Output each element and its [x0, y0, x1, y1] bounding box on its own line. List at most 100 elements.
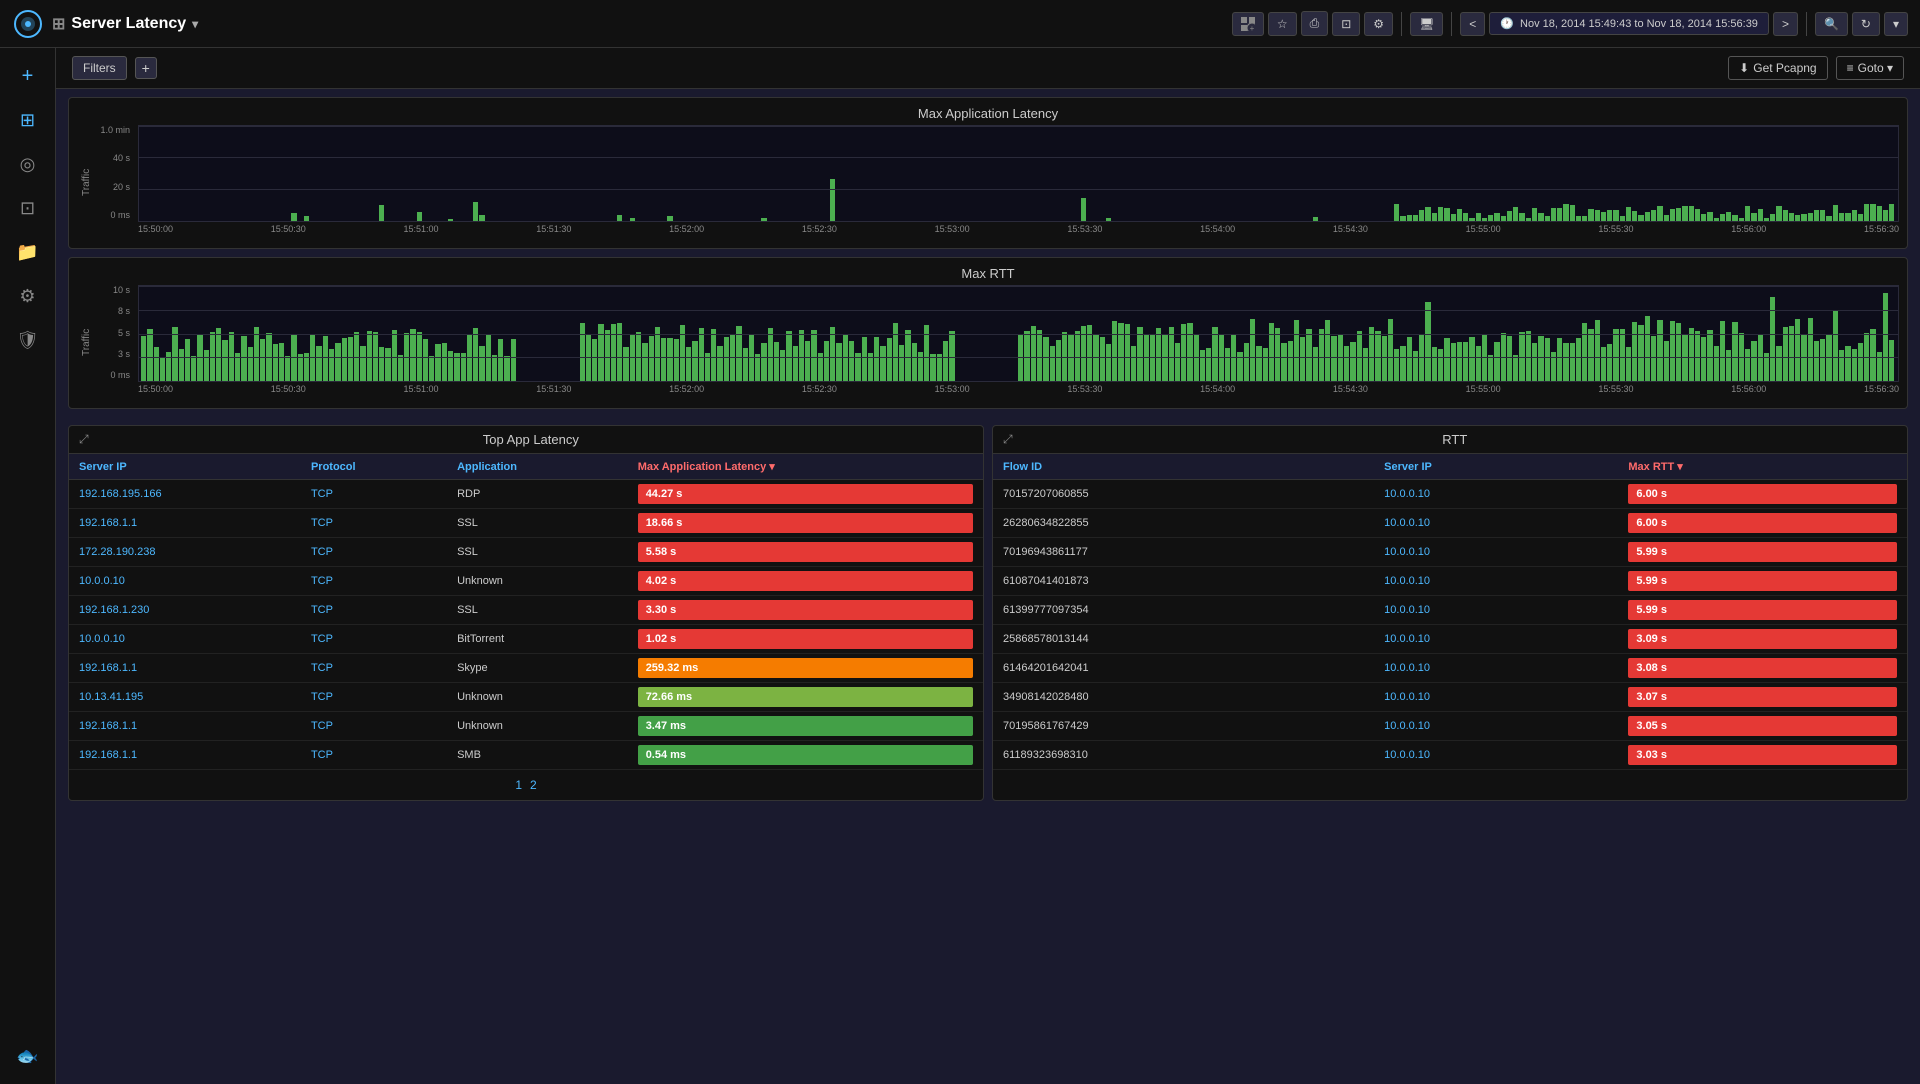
table-row: 10.13.41.195 TCP Unknown 72.66 ms: [69, 683, 983, 712]
chart-bar: [417, 212, 422, 221]
rtt-panel: ⤢ RTT Flow ID Server IP Max RTT ▾ 701572…: [992, 425, 1908, 801]
monitor-button[interactable]: 🖥: [1410, 12, 1443, 36]
rtt-server-ip-link[interactable]: 10.0.0.10: [1384, 662, 1430, 674]
rtt-server-ip-link[interactable]: 10.0.0.10: [1384, 546, 1430, 558]
refresh-button[interactable]: ↻: [1852, 12, 1880, 36]
expand-top-app-latency-icon[interactable]: ⤢: [79, 432, 89, 447]
title-chevron[interactable]: ▾: [192, 17, 198, 31]
sidebar-item-files[interactable]: 📁: [8, 232, 48, 272]
chart-bar: [1814, 210, 1819, 221]
more-button[interactable]: ▾: [1884, 12, 1908, 36]
server-ip-link[interactable]: 10.0.0.10: [79, 575, 125, 587]
sidebar-item-dashboard[interactable]: ⊞: [8, 100, 48, 140]
chart-bar: [1852, 210, 1857, 221]
chart-bar: [1870, 204, 1875, 221]
protocol-link[interactable]: TCP: [311, 575, 333, 587]
rtt-server-ip-link[interactable]: 10.0.0.10: [1384, 517, 1430, 529]
protocol-link[interactable]: TCP: [311, 604, 333, 616]
chart-bar: [1839, 213, 1844, 221]
chart-bar: [655, 327, 660, 381]
expand-rtt-icon[interactable]: ⤢: [1003, 432, 1013, 447]
sidebar-item-security[interactable]: 🛡: [8, 320, 48, 360]
server-ip-link[interactable]: 192.168.1.1: [79, 662, 137, 674]
chart-bar: [793, 346, 798, 381]
table-row: 192.168.1.1 TCP Skype 259.32 ms: [69, 654, 983, 683]
col-max-rtt[interactable]: Max RTT ▾: [1618, 454, 1907, 480]
protocol-link[interactable]: TCP: [311, 662, 333, 674]
protocol-link[interactable]: TCP: [311, 749, 333, 761]
server-ip-link[interactable]: 192.168.195.166: [79, 488, 162, 500]
protocol-link[interactable]: TCP: [311, 720, 333, 732]
chart-bar: [1707, 330, 1712, 381]
chart-bar: [1206, 348, 1211, 381]
chart-bar: [1281, 343, 1286, 381]
server-ip-link[interactable]: 10.0.0.10: [79, 633, 125, 645]
sidebar-item-add[interactable]: +: [8, 56, 48, 96]
star-button[interactable]: ☆: [1268, 12, 1297, 36]
protocol-link[interactable]: TCP: [311, 488, 333, 500]
chart-bar: [392, 330, 397, 381]
chart-bar: [1657, 206, 1662, 221]
rtt-server-ip-link[interactable]: 10.0.0.10: [1384, 749, 1430, 761]
col-max-latency[interactable]: Max Application Latency ▾: [628, 454, 983, 480]
chart-bar: [617, 323, 622, 381]
rtt-server-ip-link[interactable]: 10.0.0.10: [1384, 691, 1430, 703]
protocol-link[interactable]: TCP: [311, 633, 333, 645]
time-range-display[interactable]: 🕐 Nov 18, 2014 15:49:43 to Nov 18, 2014 …: [1489, 12, 1769, 35]
chart-bar: [1657, 320, 1662, 381]
chart-bar: [1551, 208, 1556, 221]
add-dashboard-button[interactable]: +: [1232, 12, 1264, 36]
chart-bar: [323, 336, 328, 381]
rtt-server-ip-link[interactable]: 10.0.0.10: [1384, 488, 1430, 500]
sidebar-item-capture[interactable]: ⊡: [8, 188, 48, 228]
settings-button[interactable]: ⚙: [1364, 12, 1393, 36]
chart-bar: [1557, 208, 1562, 221]
chart-bar: [1645, 316, 1650, 381]
server-ip-link[interactable]: 192.168.1.1: [79, 517, 137, 529]
col-application[interactable]: Application: [447, 454, 628, 480]
sidebar-item-settings[interactable]: ⚙: [8, 276, 48, 316]
chart-bar: [1507, 211, 1512, 221]
chart-bar: [1118, 323, 1123, 381]
rtt-server-ip-link[interactable]: 10.0.0.10: [1384, 633, 1430, 645]
chart-bar: [1106, 218, 1111, 221]
chart-bar: [667, 216, 672, 221]
server-ip-link[interactable]: 172.28.190.238: [79, 546, 155, 558]
chart-bar: [1313, 347, 1318, 381]
rtt-server-ip-link[interactable]: 10.0.0.10: [1384, 604, 1430, 616]
charts-area: Max Application Latency Traffic 1.0 min …: [56, 89, 1920, 425]
col-rtt-server-ip[interactable]: Server IP: [1374, 454, 1618, 480]
rtt-server-ip-link[interactable]: 10.0.0.10: [1384, 575, 1430, 587]
server-ip-link[interactable]: 192.168.1.1: [79, 720, 137, 732]
col-server-ip[interactable]: Server IP: [69, 454, 301, 480]
prev-time-button[interactable]: <: [1460, 12, 1485, 36]
page-1[interactable]: 1: [515, 778, 522, 792]
next-time-button[interactable]: >: [1773, 12, 1798, 36]
snapshot-button[interactable]: ⊡: [1332, 12, 1360, 36]
col-protocol[interactable]: Protocol: [301, 454, 447, 480]
get-pcapng-button[interactable]: ⬇ Get Pcapng: [1728, 56, 1827, 80]
chart-bar: [1169, 327, 1174, 381]
server-ip-link[interactable]: 192.168.1.230: [79, 604, 149, 616]
add-filter-button[interactable]: +: [135, 57, 157, 79]
chart-bar: [1638, 215, 1643, 221]
sidebar-item-investigate[interactable]: ◎: [8, 144, 48, 184]
chart-bar: [1845, 346, 1850, 381]
cell-application: BitTorrent: [447, 625, 628, 654]
chart-bar: [1538, 336, 1543, 381]
rtt-server-ip-link[interactable]: 10.0.0.10: [1384, 720, 1430, 732]
page-2[interactable]: 2: [530, 778, 537, 792]
protocol-link[interactable]: TCP: [311, 546, 333, 558]
filters-button[interactable]: Filters: [72, 56, 127, 80]
share-button[interactable]: ⎙: [1301, 11, 1329, 36]
sidebar-item-fish[interactable]: 🐟: [8, 1036, 48, 1076]
protocol-link[interactable]: TCP: [311, 691, 333, 703]
server-ip-link[interactable]: 192.168.1.1: [79, 749, 137, 761]
search-button[interactable]: 🔍: [1815, 12, 1848, 36]
protocol-link[interactable]: TCP: [311, 517, 333, 529]
cell-server-ip: 192.168.1.1: [69, 741, 301, 770]
server-ip-link[interactable]: 10.13.41.195: [79, 691, 143, 703]
goto-button[interactable]: ≡ Goto ▾: [1836, 56, 1904, 80]
chart-bar: [1545, 216, 1550, 221]
col-flow-id[interactable]: Flow ID: [993, 454, 1374, 480]
